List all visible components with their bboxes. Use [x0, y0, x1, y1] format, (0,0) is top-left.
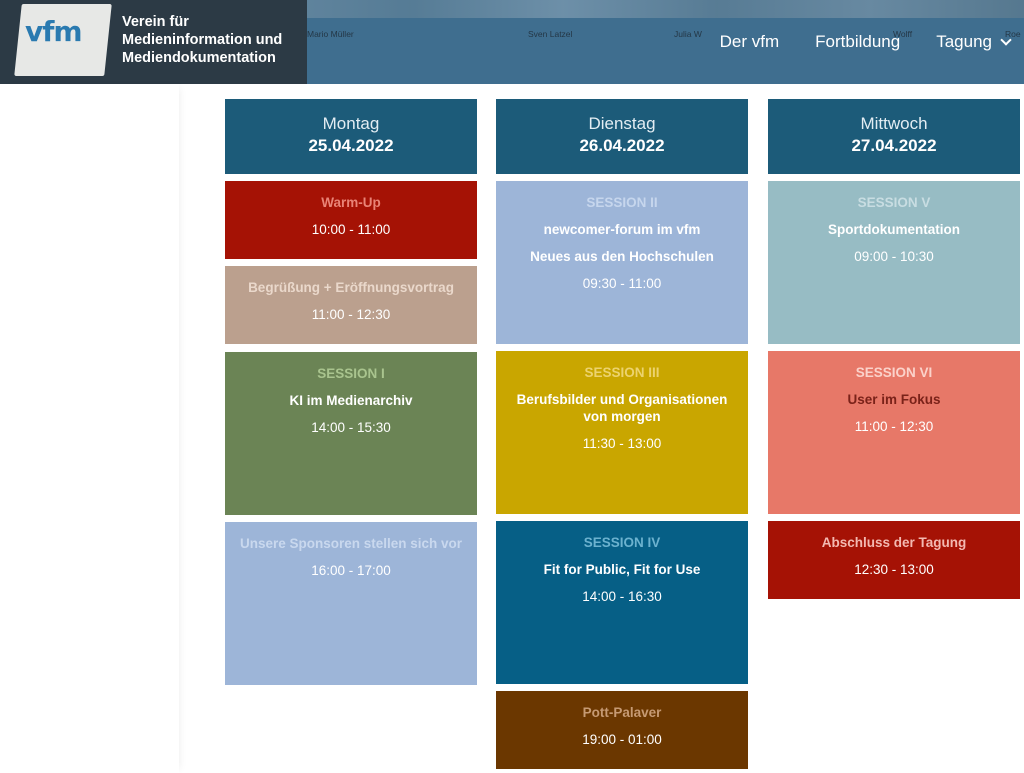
slot-session-label: SESSION V [857, 195, 931, 210]
slot-time: 16:00 - 17:00 [311, 563, 391, 578]
slot-sponsoren[interactable]: Unsere Sponsoren stellen sich vor 16:00 … [225, 522, 477, 685]
slot-abschluss[interactable]: Abschluss der Tagung 12:30 - 13:00 [768, 521, 1020, 599]
day-header-dienstag: Dienstag 26.04.2022 [496, 99, 748, 174]
slot-subtitle: Neues aus den Hochschulen [530, 249, 714, 264]
day-name: Dienstag [588, 114, 656, 133]
slot-begruessung[interactable]: Begrüßung + Eröffnungsvortrag 11:00 - 12… [225, 266, 477, 344]
slot-time: 14:00 - 16:30 [582, 589, 662, 604]
day-name: Montag [322, 114, 380, 133]
slot-title: Fit for Public, Fit for Use [543, 562, 701, 577]
slot-session-2[interactable]: SESSION II newcomer-forum im vfm Neues a… [496, 181, 748, 344]
slot-time: 11:30 - 13:00 [582, 436, 662, 451]
slot-title: Abschluss der Tagung [821, 535, 967, 550]
slot-session-5[interactable]: SESSION V Sportdokumentation 09:00 - 10:… [768, 181, 1020, 344]
slot-session-label: SESSION VI [855, 365, 933, 380]
slot-title: Sportdokumentation [828, 222, 960, 237]
slot-session-1[interactable]: SESSION I KI im Medienarchiv 14:00 - 15:… [225, 352, 477, 515]
slot-title: Berufsbilder und Organisationen [516, 392, 728, 407]
slot-time: 14:00 - 15:30 [311, 420, 391, 435]
slot-title: KI im Medienarchiv [289, 393, 413, 408]
slot-session-label: SESSION II [586, 195, 658, 210]
day-name: Mittwoch [860, 114, 928, 133]
slot-time: 11:00 - 12:30 [854, 419, 934, 434]
slot-time: 19:00 - 01:00 [582, 732, 662, 747]
day-date: 27.04.2022 [851, 136, 937, 155]
slot-session-4[interactable]: SESSION IV Fit for Public, Fit for Use 1… [496, 521, 748, 684]
slot-title: Pott-Palaver [582, 705, 662, 720]
slot-session-label: SESSION III [584, 365, 660, 380]
slot-session-label: SESSION IV [583, 535, 661, 550]
day-date: 25.04.2022 [308, 136, 394, 155]
slot-warm-up[interactable]: Warm-Up 10:00 - 11:00 [225, 181, 477, 259]
slot-time: 09:30 - 11:00 [582, 276, 662, 291]
conference-schedule: Montag 25.04.2022 Dienstag 26.04.2022 Mi… [0, 0, 1024, 773]
day-header-mittwoch: Mittwoch 27.04.2022 [768, 99, 1020, 174]
slot-time: 11:00 - 12:30 [311, 307, 391, 322]
slot-pott-palaver[interactable]: Pott-Palaver 19:00 - 01:00 [496, 691, 748, 769]
slot-session-label: SESSION I [317, 366, 385, 381]
slot-title: von morgen [583, 409, 661, 424]
day-date: 26.04.2022 [579, 136, 665, 155]
slot-session-6[interactable]: SESSION VI User im Fokus 11:00 - 12:30 [768, 351, 1020, 514]
slot-title: Warm-Up [321, 195, 381, 210]
slot-time: 10:00 - 11:00 [311, 222, 391, 237]
slot-title: Begrüßung + Eröffnungsvortrag [248, 280, 454, 295]
slot-title: Unsere Sponsoren stellen sich vor [239, 536, 463, 551]
slot-session-3[interactable]: SESSION III Berufsbilder und Organisatio… [496, 351, 748, 514]
day-header-montag: Montag 25.04.2022 [225, 99, 477, 174]
slot-time: 12:30 - 13:00 [854, 562, 934, 577]
slot-title: User im Fokus [847, 392, 941, 407]
slot-title: newcomer-forum im vfm [543, 222, 701, 237]
slot-time: 09:00 - 10:30 [854, 249, 934, 264]
